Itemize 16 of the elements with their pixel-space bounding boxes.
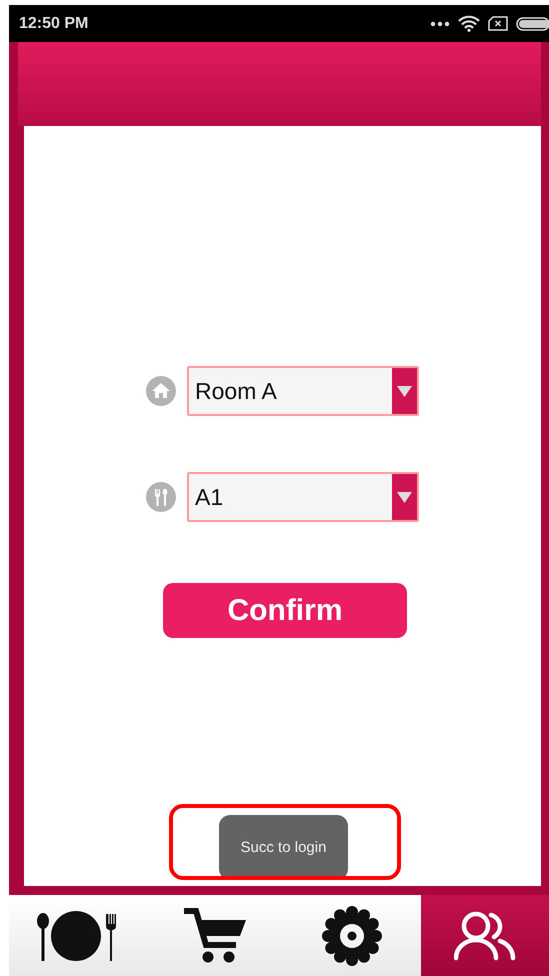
sim-icon	[488, 16, 508, 31]
battery-icon	[516, 16, 549, 30]
dropdown-field[interactable]: Room A	[187, 366, 419, 416]
users-icon	[454, 910, 516, 960]
confirm-button[interactable]: Confirm	[163, 583, 407, 638]
dropdown-arrow-icon	[397, 492, 412, 502]
more-icon	[430, 20, 450, 26]
tab[interactable]	[421, 895, 549, 976]
dropdown-field[interactable]: A1	[187, 472, 419, 522]
gear-icon	[322, 906, 382, 966]
cart-icon	[184, 908, 246, 963]
status-time: 12:50 PM	[19, 14, 88, 32]
dropdown-arrow-icon	[397, 386, 412, 396]
fork-spoon-icon	[146, 482, 176, 512]
wifi-icon	[458, 15, 480, 32]
home-icon	[146, 376, 176, 406]
